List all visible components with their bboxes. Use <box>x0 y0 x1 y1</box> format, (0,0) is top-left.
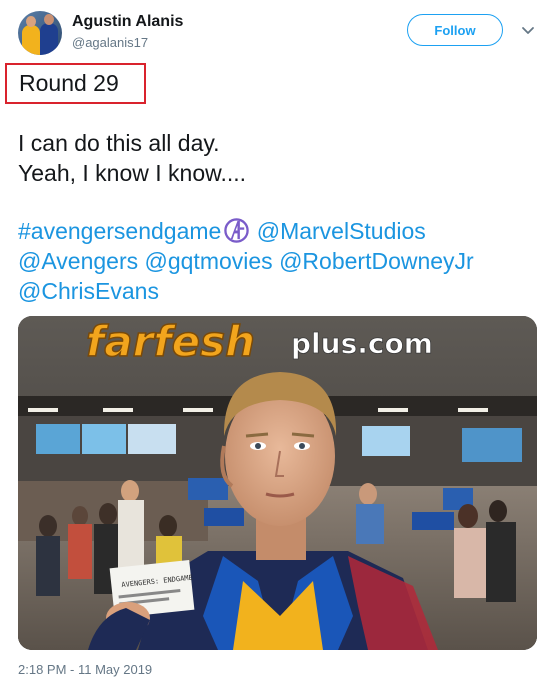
follow-button[interactable]: Follow <box>407 14 503 46</box>
mention-link[interactable]: @Avengers <box>18 248 138 274</box>
round-highlight-box: Round 29 <box>5 63 146 104</box>
selfie-image: AVENGERS: ENDGAME farfesh plus.com <box>18 316 537 650</box>
user-name[interactable]: Agustin Alanis <box>72 13 183 31</box>
mention-link[interactable]: @RobertDowneyJr <box>279 248 474 274</box>
tweet-timestamp[interactable]: 2:18 PM - 11 May 2019 <box>18 662 152 677</box>
tweet-photo[interactable]: AVENGERS: ENDGAME farfesh plus.com <box>18 316 537 650</box>
user-handle[interactable]: @agalanis17 <box>72 35 148 50</box>
watermark-suffix: plus.com <box>291 327 433 360</box>
tweet-line: I can do this all day. <box>18 130 220 156</box>
avengers-logo-icon <box>224 218 250 243</box>
mention-link[interactable]: @MarvelStudios <box>257 218 426 244</box>
round-label: Round 29 <box>19 70 119 96</box>
tweet-text: I can do this all day. Yeah, I know I kn… <box>18 128 548 188</box>
hashtag-link[interactable]: #avengersendgame <box>18 218 221 244</box>
avatar[interactable] <box>18 11 62 55</box>
chevron-down-icon[interactable] <box>518 20 538 40</box>
mention-link[interactable]: @ChrisEvans <box>18 278 159 304</box>
mention-link[interactable]: @gqtmovies <box>145 248 273 274</box>
tweet-header: Agustin Alanis @agalanis17 Follow <box>0 0 560 64</box>
tweet-line: Yeah, I know I know.... <box>18 160 247 186</box>
watermark-main: farfesh <box>86 317 255 366</box>
tweet-tags: #avengersendgame @MarvelStudios @Avenger… <box>18 216 548 306</box>
